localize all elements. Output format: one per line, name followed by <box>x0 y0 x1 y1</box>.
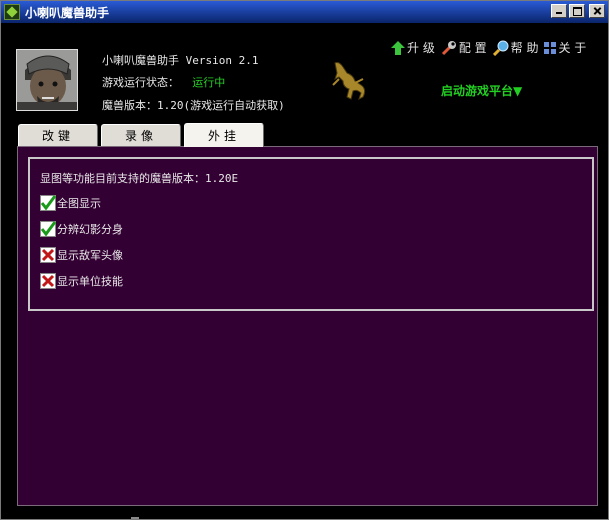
option-label: 分辨幻影分身 <box>57 223 123 236</box>
maximize-button[interactable] <box>569 4 585 18</box>
tab-plugin[interactable]: 外挂 <box>184 123 264 147</box>
about-label: 关 于 <box>558 41 587 55</box>
launch-platform-dropdown[interactable]: 启动游戏平台▼ <box>441 82 522 99</box>
magnifier-icon <box>492 40 509 56</box>
about-button[interactable]: 关 于 <box>544 39 586 56</box>
config-label: 配 置 <box>458 41 487 55</box>
game-status: 游戏运行状态： 运行中 <box>102 74 225 90</box>
window-title: 小喇叭魔兽助手 <box>25 5 110 20</box>
option-unit-skills[interactable]: 显示单位技能 <box>40 273 123 289</box>
divider <box>131 517 139 519</box>
close-button[interactable] <box>589 4 605 18</box>
cross-icon <box>40 247 56 263</box>
status-label: 游戏运行状态： <box>102 76 179 89</box>
plugin-options-group: 显图等功能目前支持的魔兽版本：1.20E 全图显示 分辨幻影分身 显示敌军头像 … <box>28 157 594 311</box>
app-name-version: 小喇叭魔兽助手 Version 2.1 <box>102 54 259 67</box>
wrench-icon <box>441 40 456 55</box>
upgrade-button[interactable]: 升 级 <box>391 39 435 56</box>
minimize-button[interactable] <box>551 4 567 18</box>
option-label: 显示敌军头像 <box>57 249 123 262</box>
tab-replay[interactable]: 录像 <box>101 124 181 146</box>
grid-icon <box>544 41 557 54</box>
lizard-icon <box>332 62 366 100</box>
up-arrow-icon <box>391 40 405 55</box>
option-label: 显示单位技能 <box>57 275 123 288</box>
hero-portrait <box>16 49 78 111</box>
cross-icon <box>40 273 56 289</box>
checkmark-icon <box>40 221 56 237</box>
warcraft-version: 魔兽版本：1.20(游戏运行自动获取) <box>102 99 285 112</box>
status-value: 运行中 <box>192 76 226 89</box>
plugin-panel: 显图等功能目前支持的魔兽版本：1.20E 全图显示 分辨幻影分身 显示敌军头像 … <box>17 146 598 506</box>
config-button[interactable]: 配 置 <box>441 39 487 56</box>
option-detect-illusion[interactable]: 分辨幻影分身 <box>40 221 123 237</box>
help-button[interactable]: 帮 助 <box>492 39 539 56</box>
option-full-map[interactable]: 全图显示 <box>40 195 101 211</box>
option-enemy-avatar[interactable]: 显示敌军头像 <box>40 247 123 263</box>
upgrade-label: 升 级 <box>407 41 435 55</box>
tab-keymap[interactable]: 改键 <box>18 124 98 146</box>
title-bar[interactable]: 小喇叭魔兽助手 <box>1 1 608 23</box>
main-window: 小喇叭魔兽助手 小喇叭魔兽助手 Version 2.1 游戏运行状态： 运行中 … <box>0 0 609 520</box>
option-label: 全图显示 <box>57 197 101 210</box>
help-label: 帮 助 <box>510 41 539 55</box>
warcraft-app-icon <box>4 4 20 20</box>
top-toolbar: 升 级 配 置 帮 助 关 于 <box>391 39 592 56</box>
checkmark-icon <box>40 195 56 211</box>
supported-version-text: 显图等功能目前支持的魔兽版本：1.20E <box>40 172 239 185</box>
